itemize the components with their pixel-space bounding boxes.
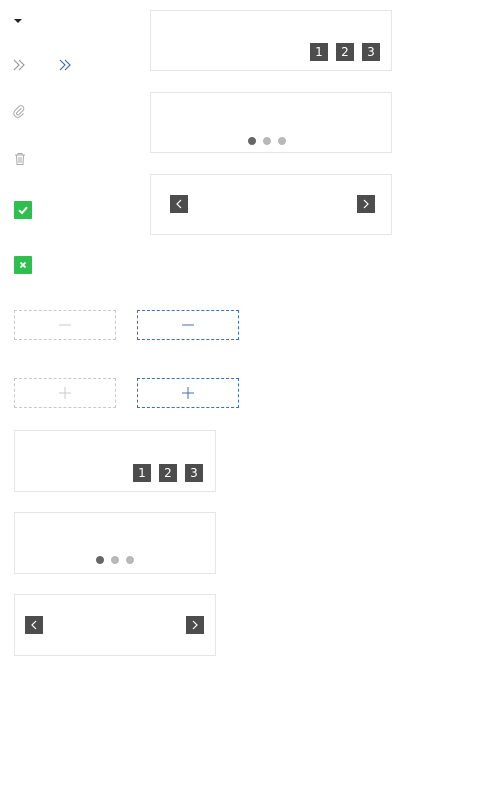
pager-button-3[interactable]: 3 xyxy=(362,43,380,61)
next-button[interactable] xyxy=(357,195,375,213)
carousel-numbered: 1 2 3 xyxy=(150,10,392,71)
pager-button-2[interactable]: 2 xyxy=(159,464,177,482)
chevron-right-icon xyxy=(192,620,198,630)
chevron-left-icon xyxy=(176,199,182,209)
increment-button[interactable] xyxy=(14,378,116,408)
next-button[interactable] xyxy=(186,616,204,634)
pager-dot-1[interactable] xyxy=(96,556,104,564)
plus-icon xyxy=(182,387,194,399)
chevron-left-icon xyxy=(31,620,37,630)
pager-dot-2[interactable] xyxy=(263,137,271,145)
trash-icon[interactable] xyxy=(14,151,26,165)
pager-dot-3[interactable] xyxy=(126,556,134,564)
pager-button-1[interactable]: 1 xyxy=(133,464,151,482)
carousel-arrows-small xyxy=(14,594,216,656)
paperclip-icon[interactable] xyxy=(13,103,25,118)
pager-button-1[interactable]: 1 xyxy=(310,43,328,61)
check-icon xyxy=(18,206,28,215)
caret-down-icon[interactable] xyxy=(14,19,22,23)
pager-button-2[interactable]: 2 xyxy=(336,43,354,61)
minus-icon xyxy=(59,324,71,326)
pager-dot-3[interactable] xyxy=(278,137,286,145)
close-icon xyxy=(19,261,27,269)
prev-button[interactable] xyxy=(25,616,43,634)
carousel-arrows xyxy=(150,174,392,235)
double-chevron-right-icon-active[interactable] xyxy=(58,57,72,71)
confirm-button[interactable] xyxy=(14,201,32,219)
pager-dot-2[interactable] xyxy=(111,556,119,564)
decrement-button-active[interactable] xyxy=(137,310,239,340)
minus-icon xyxy=(182,324,194,326)
pager-button-3[interactable]: 3 xyxy=(185,464,203,482)
prev-button[interactable] xyxy=(170,195,188,213)
cancel-button[interactable] xyxy=(14,256,32,274)
carousel-dots xyxy=(150,92,392,153)
decrement-button[interactable] xyxy=(14,310,116,340)
pager-dot-1[interactable] xyxy=(248,137,256,145)
carousel-numbered-small: 1 2 3 xyxy=(14,430,216,492)
increment-button-active[interactable] xyxy=(137,378,239,408)
chevron-right-icon xyxy=(363,199,369,209)
carousel-dots-small xyxy=(14,512,216,574)
plus-icon xyxy=(59,387,71,399)
double-chevron-right-icon[interactable] xyxy=(12,57,26,71)
